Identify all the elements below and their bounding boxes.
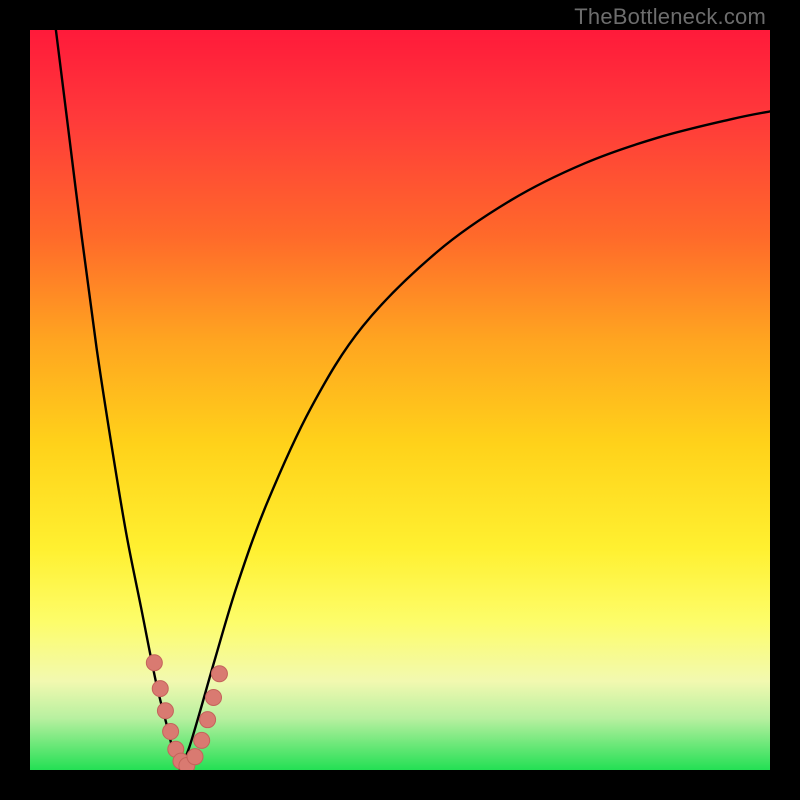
plot-area [30, 30, 770, 770]
data-point-marker [157, 703, 173, 719]
data-point-marker [200, 712, 216, 728]
chart-svg [30, 30, 770, 770]
data-point-marker [152, 681, 168, 697]
chart-frame: TheBottleneck.com [0, 0, 800, 800]
data-point-marker [163, 724, 179, 740]
data-point-marker [194, 732, 210, 748]
data-point-marker [187, 749, 203, 765]
data-point-marker [146, 655, 162, 671]
watermark-text: TheBottleneck.com [574, 4, 766, 30]
data-point-marker [211, 666, 227, 682]
curve-right-branch [180, 111, 770, 770]
data-point-marker [206, 689, 222, 705]
